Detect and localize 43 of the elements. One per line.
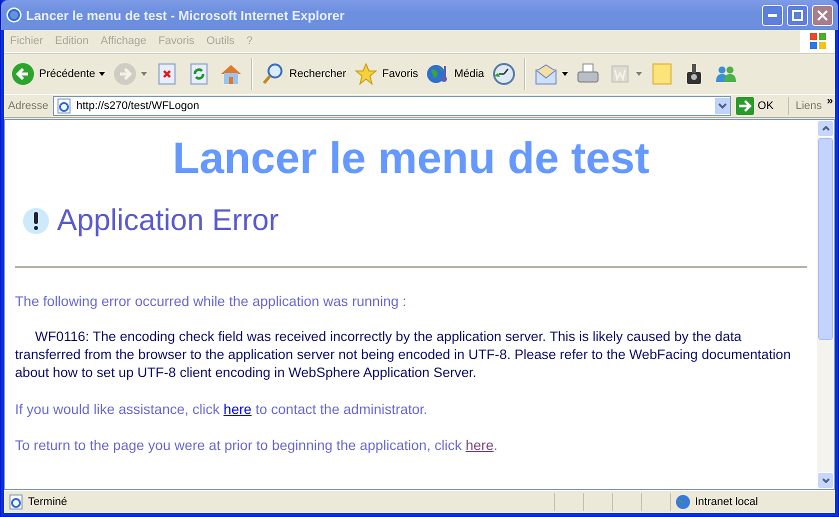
scroll-down-button[interactable] — [817, 472, 834, 489]
more-chevron[interactable]: » — [826, 95, 833, 107]
close-icon — [817, 10, 828, 20]
error-message: WF0116: The encoding check field was received incorrectly by the application server. This is likely caused by the data transferred from the browser to the application server not being encoded in UTF-8. Please refer to the WebFacing documentation about how to set up UTF-8 client encoding in WebSphere Application Server. — [15, 328, 792, 382]
envelope-icon — [534, 62, 558, 86]
page-heading: Lancer le menu de test — [172, 134, 650, 184]
dropdown-icon — [718, 103, 727, 109]
zone-text: Intranet local — [695, 496, 758, 508]
ie-page-icon — [8, 494, 24, 510]
arrow-icon — [736, 97, 754, 115]
star-icon — [354, 62, 378, 86]
minimize-icon — [768, 14, 777, 16]
clock-icon — [492, 62, 516, 86]
toolbar-button[interactable]: Média — [423, 60, 488, 88]
search-icon — [261, 62, 286, 86]
here-link[interactable]: here — [466, 437, 494, 453]
intro-text: The following error occurred while the application was running : — [15, 292, 408, 310]
error-title: Application Error — [57, 204, 279, 238]
toolbar-button[interactable]: Rechercher — [258, 60, 350, 88]
address-label: Adresse — [7, 100, 50, 112]
address-field[interactable]: http://s270/test/WFLogon — [53, 96, 731, 116]
scroll-up-button[interactable] — [817, 120, 834, 137]
sticky-note-icon — [650, 62, 674, 86]
links-label[interactable]: Liens — [792, 100, 824, 112]
ie-logo-icon — [6, 7, 22, 23]
toolbar-button[interactable]: Précédente — [8, 60, 108, 88]
go-button[interactable]: OK — [734, 97, 789, 115]
exclamation-icon — [21, 206, 51, 236]
ie-page-icon — [56, 98, 72, 114]
minimize-button[interactable] — [762, 4, 783, 26]
toolbar-button[interactable]: Favoris — [351, 60, 422, 88]
scrollbar-thumb[interactable] — [818, 138, 833, 340]
help-text: If you would like assistance, click here to contact the administrator. — [15, 400, 428, 418]
window-title: Lancer le menu de test - Microsoft Internet Explorer — [26, 8, 346, 22]
here-link[interactable]: here — [224, 401, 252, 417]
status-text: Terminé — [28, 496, 68, 508]
windows-flag-icon — [808, 31, 828, 51]
globe-network-icon — [675, 494, 691, 510]
maximize-icon — [792, 10, 803, 20]
close-button[interactable] — [812, 4, 833, 26]
home-icon — [219, 62, 244, 86]
maximize-button[interactable] — [787, 4, 808, 26]
help-text: To return to the page you were at prior to beginning the application, click here. — [15, 436, 499, 454]
